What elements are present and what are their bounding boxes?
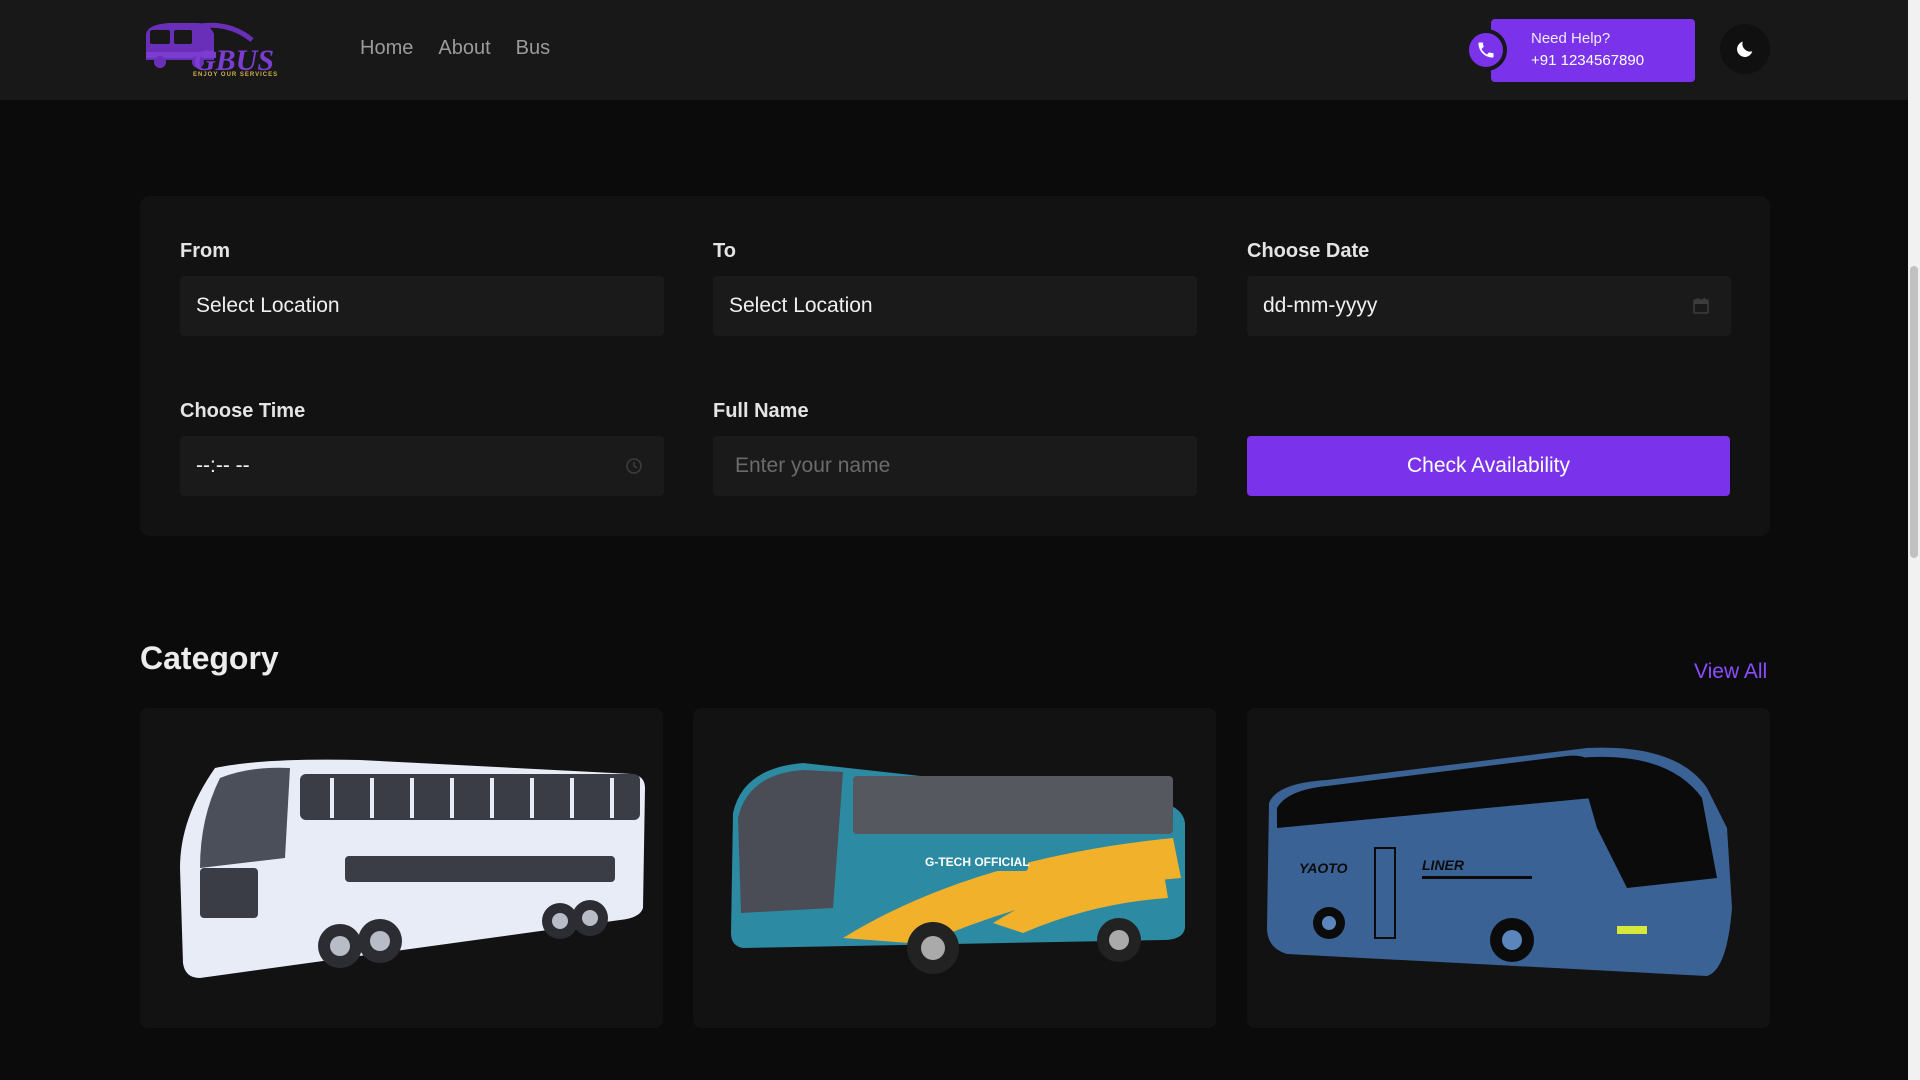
top-navbar: GBUS ENJOY OUR SERVICES Home About Bus N… [0, 0, 1908, 100]
name-label: Full Name [713, 400, 809, 422]
date-input-value: dd-mm-yyyy [1263, 294, 1378, 317]
moon-icon [1737, 41, 1753, 57]
category-card-double-decker[interactable] [140, 708, 663, 1028]
help-phone-number: +91 1234567890 [1531, 52, 1645, 69]
nav-home[interactable]: Home [360, 37, 413, 60]
calendar-icon[interactable] [1691, 296, 1711, 316]
need-help-contact[interactable]: Need Help? +91 1234567890 [1465, 19, 1695, 82]
category-card-liner-bus[interactable]: YAOTO LINER [1247, 708, 1770, 1028]
date-input[interactable]: dd-mm-yyyy [1247, 276, 1731, 336]
page-scrollbar-thumb[interactable] [1910, 266, 1918, 558]
bus-livery-text: G-TECH OFFICIAL [925, 855, 1030, 869]
time-input[interactable]: --:-- -- [180, 436, 664, 496]
to-label: To [713, 240, 736, 262]
from-select-value: Select Location [196, 294, 340, 317]
check-availability-button[interactable]: Check Availability [1247, 436, 1730, 496]
category-card-tourist-bus[interactable]: G-TECH OFFICIAL [693, 708, 1216, 1028]
to-select[interactable]: Select Location [713, 276, 1197, 336]
to-select-value: Select Location [729, 294, 873, 317]
view-all-link[interactable]: View All [1694, 660, 1767, 684]
date-label: Choose Date [1247, 240, 1370, 262]
category-title: Category [140, 640, 279, 676]
main-nav: Home About Bus [360, 37, 550, 60]
logo-tagline: ENJOY OUR SERVICES [193, 72, 279, 78]
bus-livery-text-left: YAOTO [1299, 860, 1348, 876]
from-select[interactable]: Select Location [180, 276, 664, 336]
time-label: Choose Time [180, 400, 306, 422]
clock-icon[interactable] [624, 456, 644, 476]
double-decker-bus-image [180, 759, 645, 978]
phone-icon [1465, 29, 1507, 71]
nav-about[interactable]: About [438, 37, 490, 60]
from-label: From [180, 240, 230, 262]
tourist-bus-image: G-TECH OFFICIAL [731, 763, 1185, 974]
nav-bus[interactable]: Bus [516, 37, 550, 60]
help-box[interactable]: Need Help? +91 1234567890 [1491, 19, 1695, 82]
time-input-value: --:-- -- [196, 454, 250, 477]
bus-livery-text-right: LINER [1422, 857, 1465, 873]
full-name-input[interactable] [713, 436, 1197, 496]
help-title: Need Help? [1531, 30, 1611, 47]
liner-bus-image: YAOTO LINER [1267, 747, 1732, 976]
theme-toggle-button[interactable] [1720, 24, 1770, 74]
